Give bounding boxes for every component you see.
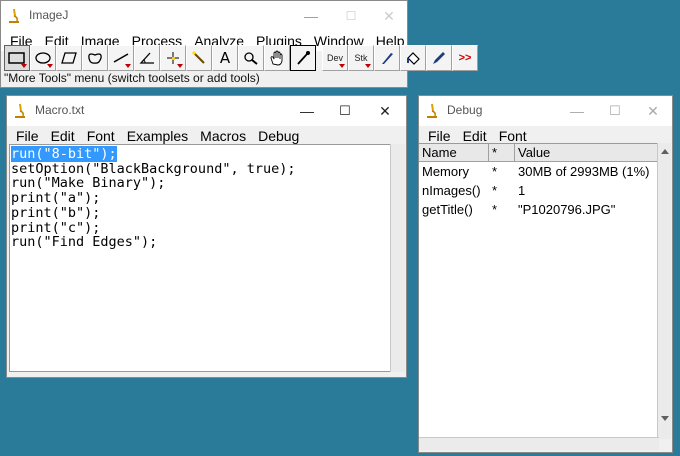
- macro-title: Macro.txt: [35, 103, 85, 117]
- developer-menu-icon: Dev: [326, 53, 343, 63]
- imagej-titlebar[interactable]: ImageJ — ☐ ✕: [1, 1, 407, 31]
- cell-name: getTitle(): [422, 202, 473, 217]
- hand-tool-button[interactable]: [264, 45, 290, 71]
- rectangle-tool-icon: [8, 52, 25, 64]
- pencil-tool-icon: [433, 52, 445, 64]
- oval-tool-button[interactable]: [30, 45, 56, 71]
- cell-value: 30MB of 2993MB (1%): [518, 164, 650, 179]
- stacks-menu-button[interactable]: Stk: [348, 45, 374, 71]
- cell-name: Memory: [422, 164, 469, 179]
- wand-tool-icon: [192, 51, 205, 64]
- macro-menubar: File Edit Font Examples Macros Debug: [7, 126, 406, 146]
- menu-examples[interactable]: Examples: [121, 126, 194, 146]
- menu-macros[interactable]: Macros: [194, 126, 252, 146]
- code-line: print("c");: [11, 219, 101, 236]
- table-row[interactable]: getTitle() * "P1020796.JPG": [419, 200, 659, 219]
- maximize-button[interactable]: ☐: [325, 96, 365, 126]
- macro-code-editor[interactable]: run("8-bit"); setOption("BlackBackground…: [9, 144, 391, 372]
- angle-tool-button[interactable]: [134, 45, 160, 71]
- close-button[interactable]: ✕: [633, 96, 673, 126]
- more-tools-button[interactable]: >>: [452, 45, 478, 71]
- brush-tool-icon: [382, 53, 393, 64]
- close-button[interactable]: ✕: [365, 96, 405, 126]
- table-row[interactable]: nImages() * 1: [419, 181, 659, 200]
- maximize-button[interactable]: ☐: [595, 96, 635, 126]
- more-tools-icon: >>: [458, 52, 472, 64]
- imagej-title: ImageJ: [29, 8, 69, 22]
- status-bar: "More Tools" menu (switch toolsets or ad…: [4, 71, 260, 85]
- code-line: run("Make Binary");: [11, 175, 166, 192]
- minimize-button[interactable]: —: [287, 96, 327, 126]
- text-tool-button[interactable]: A: [212, 45, 238, 71]
- text-tool-icon: A: [219, 49, 231, 67]
- cell-star: *: [492, 202, 498, 217]
- developer-menu-button[interactable]: Dev: [322, 45, 348, 71]
- code-line: setOption("BlackBackground", true);: [11, 160, 296, 177]
- stacks-menu-icon: Stk: [354, 53, 368, 63]
- pencil-tool-button[interactable]: [426, 45, 452, 71]
- menu-file[interactable]: File: [10, 126, 45, 146]
- line-tool-button[interactable]: [108, 45, 134, 71]
- imagej-window: ImageJ — ☐ ✕ File Edit Image Process Ana…: [0, 0, 478, 88]
- cell-name: nImages(): [422, 183, 481, 198]
- freehand-tool-button[interactable]: [82, 45, 108, 71]
- editor-scrollbar[interactable]: [390, 144, 405, 372]
- freehand-tool-icon: [88, 53, 102, 64]
- column-header-star[interactable]: *: [489, 144, 515, 161]
- polygon-tool-button[interactable]: [56, 45, 82, 71]
- angle-tool-icon: [139, 52, 154, 64]
- magnifier-tool-button[interactable]: [238, 45, 264, 71]
- cell-value: 1: [518, 183, 526, 198]
- debug-window: Debug — ☐ ✕ File Edit Font Name * Value …: [418, 95, 673, 453]
- close-button[interactable]: ✕: [369, 1, 409, 31]
- magnifier-tool-icon: [244, 52, 258, 65]
- line-tool-icon: [113, 53, 129, 63]
- maximize-button[interactable]: ☐: [331, 1, 371, 31]
- color-picker-tool-icon: [297, 51, 310, 65]
- column-header-name[interactable]: Name: [419, 144, 489, 161]
- table-row[interactable]: Memory * 30MB of 2993MB (1%): [419, 162, 659, 181]
- table-header: Name * Value: [419, 144, 659, 162]
- wand-tool-button[interactable]: [186, 45, 212, 71]
- debug-titlebar[interactable]: Debug — ☐ ✕: [419, 96, 672, 126]
- flood-fill-tool-icon: [407, 52, 420, 65]
- cell-value: "P1020796.JPG": [518, 202, 616, 217]
- macro-window: Macro.txt — ☐ ✕ File Edit Font Examples …: [6, 95, 407, 378]
- menu-debug[interactable]: Debug: [252, 126, 305, 146]
- scroll-up-icon[interactable]: [659, 145, 671, 157]
- scroll-down-icon[interactable]: [659, 413, 671, 425]
- menu-edit[interactable]: Edit: [45, 126, 81, 146]
- debug-horizontal-scrollbar[interactable]: [419, 437, 659, 450]
- code-line: print("b");: [11, 204, 101, 221]
- imagej-toolbar: A Dev Stk >>: [4, 45, 478, 71]
- debug-title: Debug: [447, 103, 483, 117]
- microscope-icon: [15, 104, 25, 118]
- hand-tool-icon: [270, 50, 283, 66]
- column-header-value[interactable]: Value: [515, 144, 659, 161]
- microscope-icon: [9, 9, 19, 23]
- code-line: print("a");: [11, 190, 101, 207]
- point-tool-button[interactable]: [160, 45, 186, 71]
- minimize-button[interactable]: —: [557, 96, 597, 126]
- cell-star: *: [492, 164, 498, 179]
- color-picker-tool-button[interactable]: [290, 45, 316, 71]
- flood-fill-tool-button[interactable]: [400, 45, 426, 71]
- code-selection: run("8-bit");: [11, 146, 117, 162]
- minimize-button[interactable]: —: [291, 1, 331, 31]
- oval-tool-icon: [35, 52, 51, 64]
- debug-vertical-scrollbar[interactable]: [657, 143, 671, 439]
- brush-tool-button[interactable]: [374, 45, 400, 71]
- code-line: run("Find Edges");: [11, 234, 158, 251]
- code-line: run("8-bit");: [11, 146, 390, 162]
- rectangle-tool-button[interactable]: [4, 45, 30, 71]
- macro-titlebar[interactable]: Macro.txt — ☐ ✕: [7, 96, 406, 126]
- cell-star: *: [492, 183, 498, 198]
- debug-table: Name * Value Memory * 30MB of 2993MB (1%…: [419, 143, 659, 439]
- microscope-icon: [427, 104, 437, 118]
- point-tool-icon: [167, 52, 179, 64]
- menu-font[interactable]: Font: [81, 126, 121, 146]
- polygon-tool-icon: [61, 52, 77, 64]
